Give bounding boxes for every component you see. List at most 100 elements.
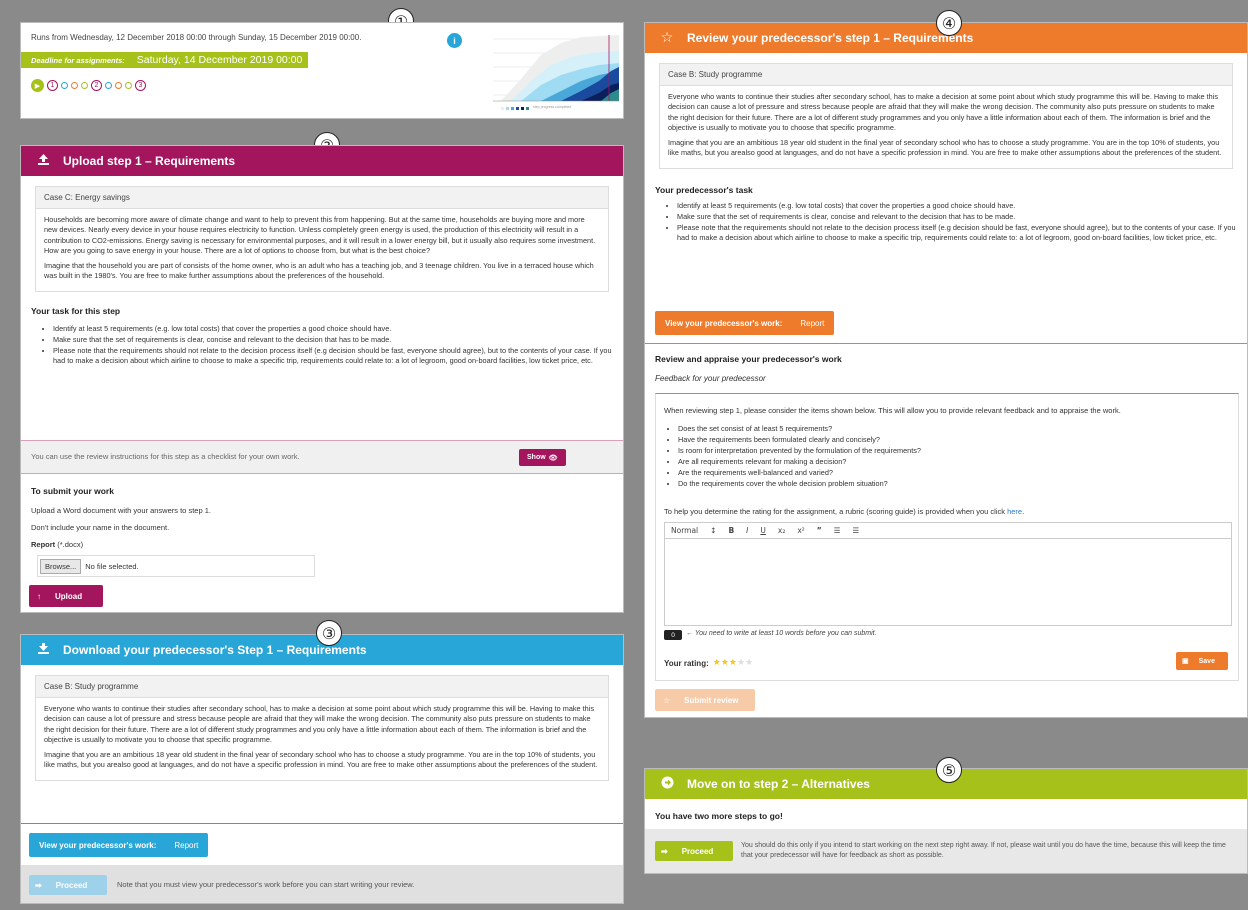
proceed-icon: ➡	[35, 880, 42, 890]
runs-text: Runs from Wednesday, 12 December 2018 00…	[31, 33, 362, 42]
view-predecessor-button[interactable]: View your predecessor's work: Report	[29, 833, 209, 857]
feedback-label: Feedback for your predecessor	[655, 374, 766, 383]
marker-3: ③	[316, 620, 342, 646]
step-1-badge[interactable]: 1	[47, 80, 58, 91]
italic-icon[interactable]: I	[746, 526, 748, 535]
step-2-badge[interactable]: 2	[91, 80, 102, 91]
show-button[interactable]: Show 👁	[519, 449, 566, 466]
checklist-item: Is room for interpretation prevented by …	[678, 446, 921, 456]
step-tracker: ▶ 1 2 3	[31, 79, 146, 92]
marker-5: ⑤	[936, 757, 962, 783]
substep-dot	[125, 82, 132, 89]
rubric-text: To help you determine the rating for the…	[664, 507, 1008, 516]
star-filled-icon[interactable]: ★	[713, 658, 721, 668]
rating-stars[interactable]: ★★★★★	[713, 658, 753, 668]
superscript-icon[interactable]: x²	[797, 526, 804, 535]
checklist-item: Does the set consist of at least 5 requi…	[678, 424, 921, 434]
proceed-button[interactable]: ➡ Proceed	[655, 841, 733, 861]
view-label: View your predecessor's work:	[39, 840, 157, 850]
style-select[interactable]: Normal	[671, 526, 698, 535]
case-box: Case B: Study programme Everyone who wan…	[659, 63, 1233, 170]
upload-btn-icon: ↑	[37, 591, 41, 601]
move-on-note: You should do this only if you intend to…	[741, 842, 1226, 859]
view-label: View your predecessor's work:	[665, 318, 783, 328]
task-item: Make sure that the set of requirements i…	[677, 212, 1237, 222]
star-outline-icon: ☆	[663, 695, 671, 705]
proceed-bar: ➡ Proceed Note that you must view your p…	[21, 865, 623, 903]
deadline-bar: Deadline for assignments: Saturday, 14 D…	[21, 52, 308, 68]
submit-review-label: Submit review	[684, 695, 739, 705]
deadline-label: Deadline for assignments:	[31, 55, 125, 65]
editor-toolbar: Normal ↕ B I U x₂ x² ” ☰ ☰	[665, 523, 1231, 539]
view-predecessor-button[interactable]: View your predecessor's work: Report	[655, 311, 835, 335]
case-paragraph: Everyone who wants to continue their stu…	[44, 704, 594, 745]
case-title: Case C: Energy savings	[36, 187, 608, 209]
appraise-heading: Review and appraise your predecessor's w…	[655, 354, 842, 364]
marker-4: ④	[936, 10, 962, 36]
case-paragraph: Imagine that you are an ambitious 18 yea…	[668, 137, 1222, 158]
star-empty-icon[interactable]: ★	[737, 658, 745, 668]
star-filled-icon[interactable]: ★	[721, 658, 729, 668]
move-on-panel: Move on to step 2 – Alternatives You hav…	[644, 768, 1248, 874]
download-title: Download your predecessor's Step 1 – Req…	[63, 643, 367, 657]
case-box: Case C: Energy savings Households are be…	[35, 186, 609, 293]
upload-button[interactable]: ↑ Upload	[29, 585, 103, 607]
task-item: Identify at least 5 requirements (e.g. l…	[677, 201, 1237, 211]
star-empty-icon[interactable]: ★	[745, 658, 753, 668]
underline-icon[interactable]: U	[760, 526, 766, 535]
substep-dot	[105, 82, 112, 89]
browse-button[interactable]: Browse...	[40, 558, 82, 574]
task-item: Make sure that the set of requirements i…	[53, 335, 613, 345]
bold-icon[interactable]: B	[728, 526, 734, 535]
proceed-label: Proceed	[55, 880, 88, 890]
word-count-badge: 0	[664, 630, 682, 640]
view-link: Report	[800, 318, 825, 328]
case-title: Case B: Study programme	[36, 676, 608, 698]
upload-panel: Upload step 1 – Requirements Case C: Ene…	[20, 145, 624, 613]
rating-label: Your rating:	[664, 658, 709, 668]
case-paragraph: Imagine that the household you are part …	[44, 260, 594, 281]
info-icon[interactable]: i	[447, 33, 462, 48]
review-title: Review your predecessor's step 1 – Requi…	[687, 31, 974, 45]
rubric-end: .	[1022, 507, 1025, 516]
ordered-list-icon[interactable]: ☰	[834, 526, 841, 535]
bullet-list-icon[interactable]: ☰	[852, 526, 859, 535]
file-status: No file selected.	[85, 561, 139, 571]
show-label: Show	[527, 454, 546, 461]
rubric-link[interactable]: here	[1007, 507, 1022, 516]
feedback-box: When reviewing step 1, please consider t…	[655, 393, 1239, 681]
upload-icon	[35, 153, 51, 169]
substep-dot	[71, 82, 78, 89]
checklist-item: Are the requirements well-balanced and v…	[678, 468, 921, 478]
rubric-line: To help you determine the rating for the…	[664, 507, 1024, 516]
submit-review-button[interactable]: ☆ Submit review	[655, 689, 755, 711]
word-note: ← You need to write at least 10 words be…	[686, 630, 877, 637]
editor[interactable]: Normal ↕ B I U x₂ x² ” ☰ ☰	[664, 522, 1232, 626]
report-label: Report	[31, 540, 56, 549]
task-list: Identify at least 5 requirements (e.g. l…	[677, 201, 1237, 243]
task-heading: Your task for this step	[31, 306, 121, 317]
save-icon: ▣	[1182, 658, 1189, 665]
substep-dot	[115, 82, 122, 89]
case-body: Everyone who wants to continue their stu…	[36, 698, 608, 780]
course-info-panel: Runs from Wednesday, 12 December 2018 00…	[20, 22, 624, 119]
file-input[interactable]: Browse... No file selected.	[37, 555, 315, 577]
task-item: Please note that the requirements should…	[53, 346, 613, 366]
deadline-flag	[20, 68, 21, 74]
predecessor-task-heading: Your predecessor's task	[655, 185, 753, 196]
checklist-item: Do the requirements cover the whole deci…	[678, 479, 921, 489]
play-icon[interactable]: ▶	[31, 79, 44, 92]
subscript-icon[interactable]: x₂	[778, 526, 785, 535]
substep-dot	[61, 82, 68, 89]
upload-title: Upload step 1 – Requirements	[63, 154, 236, 168]
view-link: Report	[174, 840, 199, 850]
save-button[interactable]: ▣ Save	[1176, 652, 1228, 670]
star-filled-icon[interactable]: ★	[729, 658, 737, 668]
step-3-badge[interactable]: 3	[135, 80, 146, 91]
review-note-bar: You can use the review instructions for …	[21, 440, 623, 474]
download-divider	[21, 823, 623, 824]
quote-icon[interactable]: ”	[817, 526, 822, 535]
proceed-button[interactable]: ➡ Proceed	[29, 875, 107, 895]
move-on-bar: ➡ Proceed You should do this only if you…	[645, 829, 1247, 873]
eye-icon: 👁	[548, 454, 558, 462]
